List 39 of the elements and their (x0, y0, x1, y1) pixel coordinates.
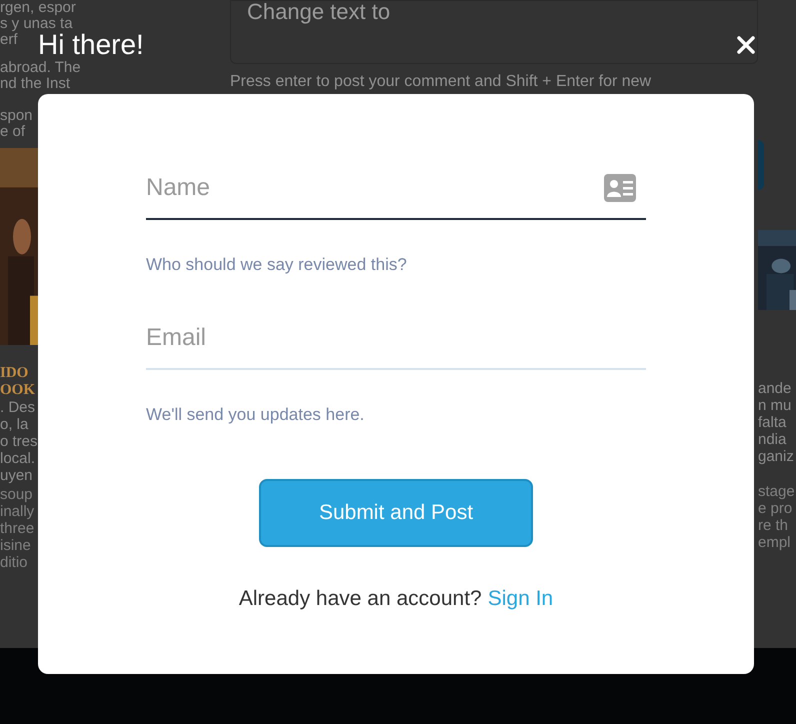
comment-hint: Press enter to post your comment and Shift + Enter for new (230, 72, 652, 92)
account-prompt: Already have an account? (238, 586, 482, 612)
article-text: local. (0, 450, 36, 467)
article-text: ande (758, 380, 792, 397)
article-text: spon (0, 108, 33, 124)
id-card-icon (604, 174, 636, 202)
field-hint: We'll send you updates here. (146, 404, 366, 426)
article-text: re th (758, 517, 790, 534)
article-text: abroad. The (0, 60, 81, 76)
article-text: e of (0, 124, 26, 140)
comment-box[interactable]: Change text to (230, 0, 758, 64)
field-hint: Who should we say reviewed this? (146, 254, 408, 276)
article-heading: IDO (0, 365, 30, 382)
article-text: stage (758, 483, 796, 500)
article-text: o tres (0, 433, 39, 450)
article-text: ndia (758, 431, 788, 448)
article-text: isine (0, 537, 32, 554)
article-text: n mu (758, 397, 792, 414)
article-text: falta (758, 414, 788, 431)
sign-in-link[interactable]: Sign In (488, 583, 554, 614)
article-heading: OOK (0, 382, 36, 399)
article-text: ditio (0, 554, 29, 571)
modal-title: Hi there! (38, 31, 144, 59)
close-icon[interactable] (736, 35, 756, 55)
article-text: empl (758, 534, 792, 551)
submit-button[interactable]: Submit and Post (259, 479, 533, 547)
article-text: s y unas ta (0, 16, 73, 32)
article-text: nd the Inst (0, 76, 70, 92)
article-text: . Des (0, 399, 36, 416)
article-text: inally (0, 503, 36, 520)
article-text: rgen, espor (0, 0, 76, 16)
article-text: three (0, 520, 36, 537)
article-text: o, la (0, 416, 30, 433)
article-text: e pro (758, 500, 794, 517)
article-text: soup (0, 486, 34, 503)
article-text: ganiz (758, 448, 795, 465)
article-text: erf (0, 32, 18, 48)
article-text: uyen (0, 467, 34, 484)
email-field[interactable]: Email (146, 308, 646, 370)
